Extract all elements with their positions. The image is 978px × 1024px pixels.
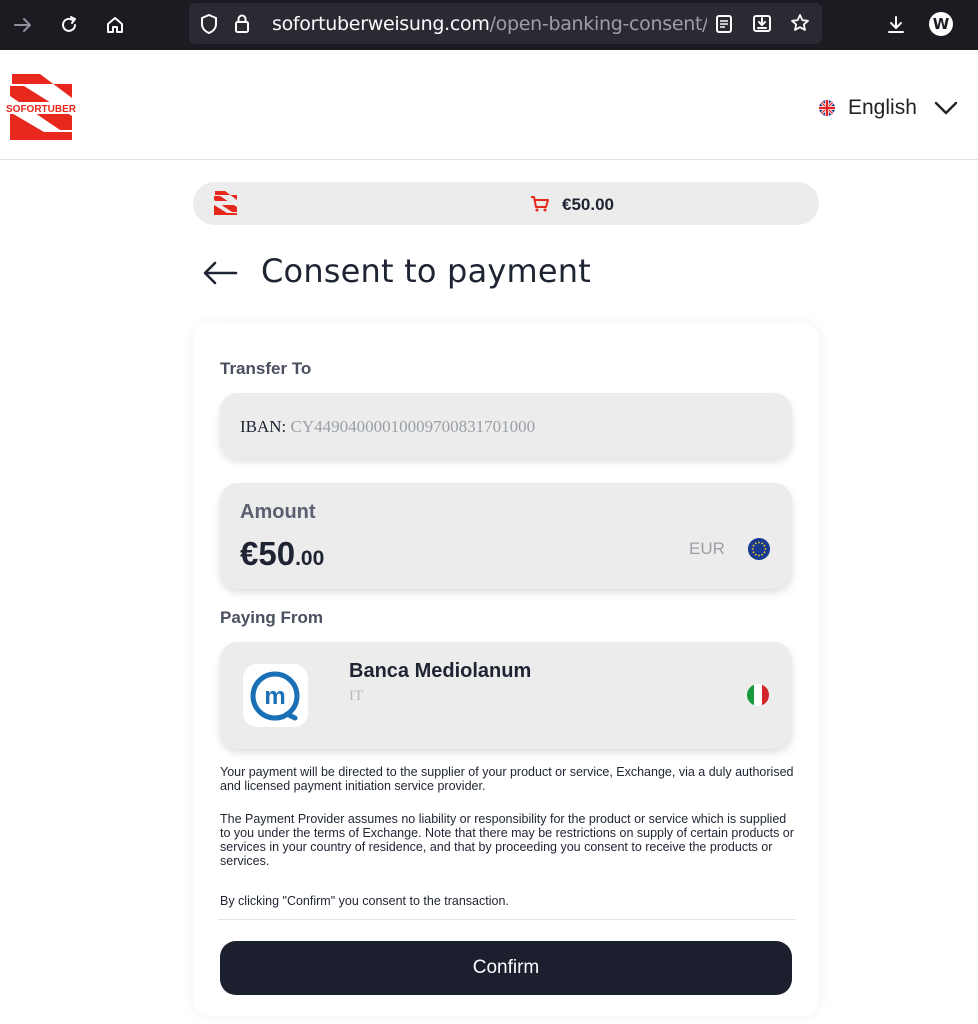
url-host: sofortuberweisung.com — [272, 13, 490, 35]
site-header: SOFORTUBER English — [0, 50, 978, 160]
disclaimer-liability: The Payment Provider assumes no liabilit… — [220, 812, 794, 868]
language-label: English — [848, 96, 917, 119]
iban-box: IBAN: CY44904000010009700831701000 — [220, 393, 792, 458]
amount-cents: .00 — [295, 547, 325, 570]
eu-flag-icon — [748, 538, 770, 560]
paying-from-label: Paying From — [220, 608, 323, 627]
currency-code: EUR — [689, 539, 725, 558]
lock-icon — [235, 14, 249, 33]
cart-icon — [531, 196, 549, 212]
home-button[interactable] — [100, 10, 130, 40]
bank-country: IT — [349, 688, 364, 704]
svg-text:m: m — [264, 683, 285, 710]
mediolanum-logo-icon: m — [250, 671, 300, 721]
home-icon — [107, 17, 123, 33]
browser-toolbar: sofortuberweisung.com/open-banking-conse… — [0, 0, 978, 50]
back-arrow-icon[interactable] — [200, 255, 240, 291]
url-path: /open-banking-consent/586 — [489, 13, 707, 35]
reload-button[interactable] — [54, 10, 84, 40]
iban-value: CY44904000010009700831701000 — [290, 417, 536, 436]
order-summary-pill — [193, 182, 819, 225]
disclaimer-consent: By clicking "Confirm" you consent to the… — [220, 894, 509, 908]
merchant-logo-icon — [211, 191, 241, 215]
summary-amount: €50.00 — [562, 195, 614, 214]
logo-wordmark: SOFORTUBER — [6, 104, 77, 115]
uk-flag-icon — [819, 100, 835, 116]
save-page-icon[interactable] — [751, 12, 773, 34]
disclaimer-routing: Your payment will be directed to the sup… — [220, 765, 794, 793]
forward-button[interactable] — [8, 10, 38, 40]
shield-icon — [201, 13, 217, 35]
iban-label: IBAN: — [240, 417, 287, 436]
amount-whole: €50 — [240, 535, 296, 572]
amount-box: Amount €50.00 EUR — [220, 483, 792, 589]
amount-label: Amount — [240, 501, 316, 523]
amount-value: €50.00 — [240, 535, 324, 573]
bank-selection-box[interactable]: m Banca Mediolanum IT — [220, 642, 792, 749]
arrow-right-icon — [14, 18, 31, 32]
profile-avatar[interactable]: W — [929, 12, 953, 36]
reload-icon — [62, 16, 76, 32]
url-text: sofortuberweisung.com/open-banking-conse… — [272, 13, 707, 35]
download-icon — [888, 16, 904, 33]
star-icon[interactable] — [789, 12, 811, 34]
iban-field: IBAN: CY44904000010009700831701000 — [240, 417, 535, 437]
bank-logo: m — [243, 664, 308, 727]
bank-name: Banca Mediolanum — [349, 660, 532, 682]
confirm-button[interactable]: Confirm — [220, 941, 792, 995]
chevron-down-icon — [934, 101, 958, 115]
downloads-button[interactable] — [881, 10, 911, 40]
language-selector[interactable]: English — [818, 96, 959, 120]
page-title: Consent to payment — [261, 252, 592, 290]
divider — [218, 919, 796, 920]
reader-view-icon[interactable] — [714, 13, 734, 35]
transfer-to-label: Transfer To — [220, 359, 312, 378]
sofortuber-logo[interactable]: SOFORTUBER — [0, 72, 90, 142]
italy-flag-icon — [747, 684, 769, 706]
